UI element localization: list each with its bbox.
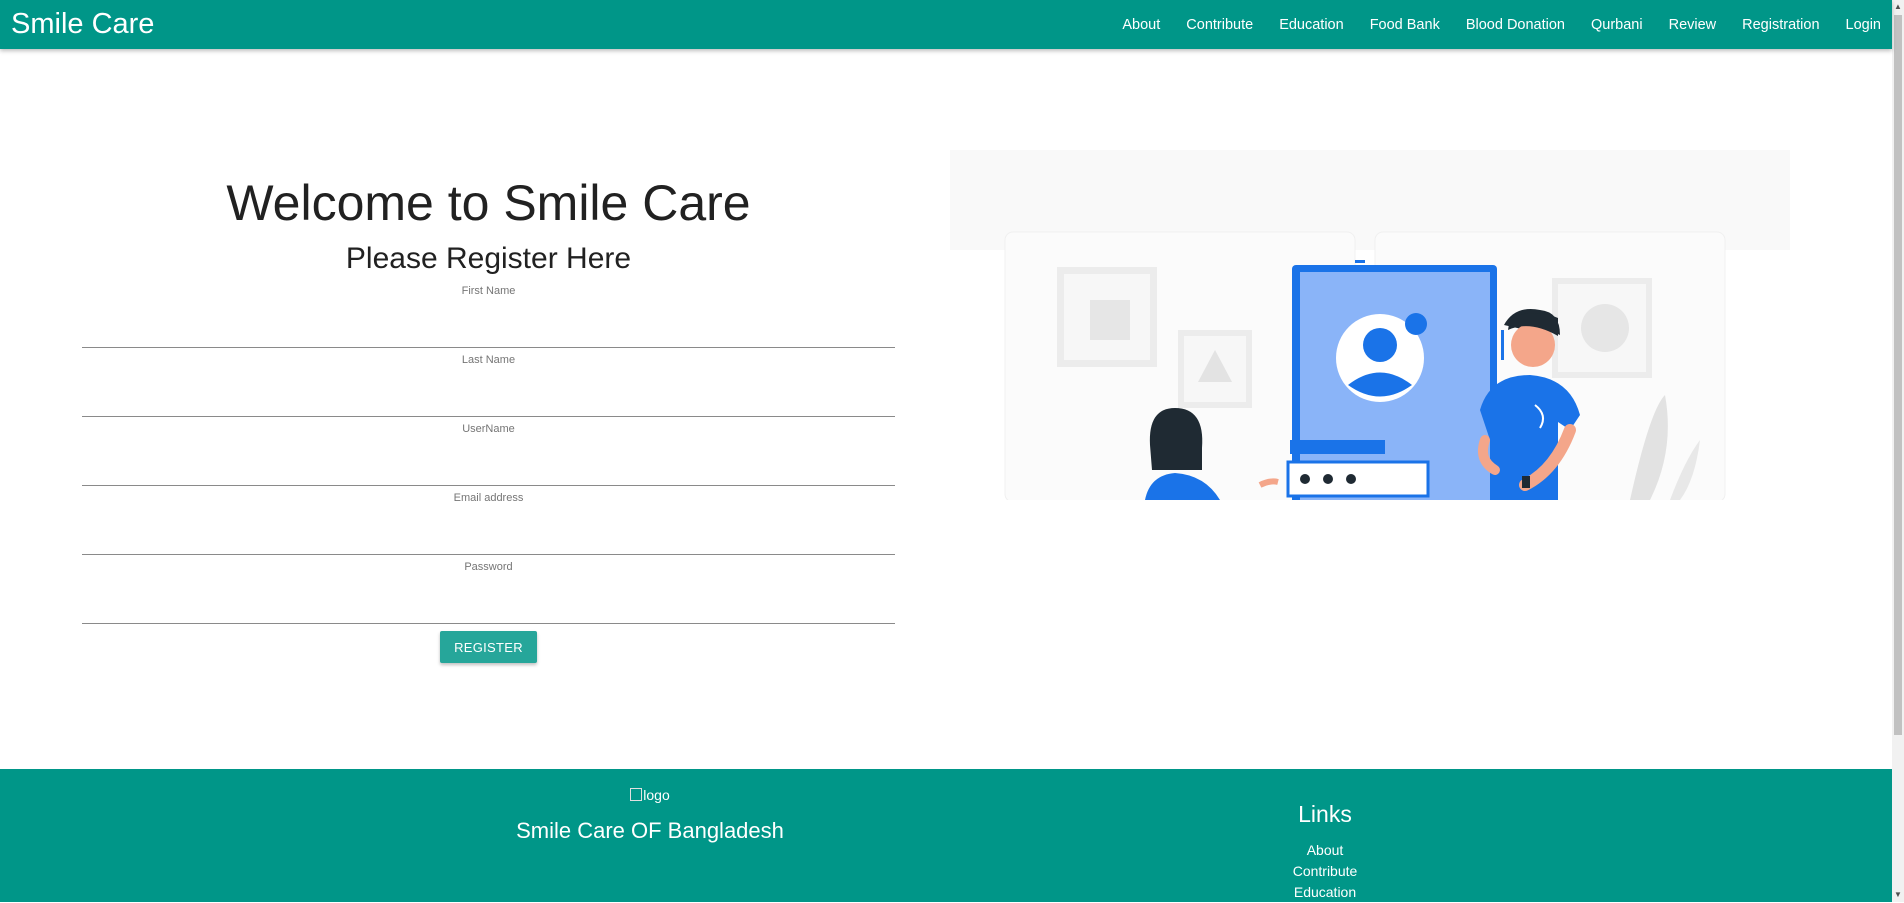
footer-org-name: Smile Care OF Bangladesh bbox=[516, 818, 784, 843]
email-input[interactable] bbox=[82, 525, 895, 555]
password-field: Password bbox=[82, 555, 895, 624]
welcome-heading: Welcome to Smile Care bbox=[226, 175, 751, 231]
footer-link-education[interactable]: Education bbox=[1240, 882, 1410, 903]
first-name-input[interactable] bbox=[82, 318, 895, 348]
email-field: Email address bbox=[82, 486, 895, 555]
scrollbar-thumb[interactable] bbox=[1894, 15, 1902, 735]
footer-logo-image: logo bbox=[630, 787, 669, 803]
footer-link-about[interactable]: About bbox=[1240, 840, 1410, 861]
last-name-label: Last Name bbox=[461, 354, 516, 366]
username-input[interactable] bbox=[82, 456, 895, 486]
top-navbar: Smile Care About Contribute Education Fo… bbox=[0, 0, 1892, 49]
email-label: Email address bbox=[453, 492, 524, 504]
register-subtitle: Please Register Here bbox=[345, 242, 632, 275]
registration-form: Welcome to Smile Care Please Register He… bbox=[82, 160, 895, 663]
site-footer: logo Smile Care OF Bangladesh Links Abou… bbox=[0, 769, 1892, 902]
nav-link-contribute[interactable]: Contribute bbox=[1173, 5, 1266, 45]
first-name-label: First Name bbox=[461, 285, 516, 297]
nav-links: About Contribute Education Food Bank Blo… bbox=[1109, 5, 1881, 45]
username-label: UserName bbox=[462, 423, 515, 435]
username-field: UserName bbox=[82, 417, 895, 486]
last-name-input[interactable] bbox=[82, 387, 895, 417]
footer-link-contribute[interactable]: Contribute bbox=[1240, 861, 1410, 882]
footer-links-heading: Links bbox=[1298, 801, 1352, 827]
nav-link-registration[interactable]: Registration bbox=[1729, 5, 1832, 45]
registration-illustration bbox=[950, 150, 1790, 500]
page-scrollbar[interactable]: ▲ ▼ bbox=[1892, 0, 1904, 902]
nav-link-education[interactable]: Education bbox=[1266, 5, 1357, 45]
brand-title[interactable]: Smile Care bbox=[11, 8, 154, 41]
password-input[interactable] bbox=[82, 594, 895, 624]
nav-link-about[interactable]: About bbox=[1109, 5, 1173, 45]
footer-brand: logo Smile Care OF Bangladesh bbox=[480, 787, 820, 844]
last-name-field: Last Name bbox=[82, 348, 895, 417]
nav-link-blood-donation[interactable]: Blood Donation bbox=[1453, 5, 1578, 45]
nav-link-qurbani[interactable]: Qurbani bbox=[1578, 5, 1656, 45]
scroll-up-icon[interactable]: ▲ bbox=[1892, 0, 1904, 14]
nav-link-review[interactable]: Review bbox=[1656, 5, 1730, 45]
scroll-down-icon[interactable]: ▼ bbox=[1892, 888, 1904, 902]
nav-link-food-bank[interactable]: Food Bank bbox=[1357, 5, 1453, 45]
nav-link-login[interactable]: Login bbox=[1833, 5, 1881, 45]
first-name-field: First Name bbox=[82, 279, 895, 348]
password-label: Password bbox=[464, 561, 513, 573]
footer-links: Links About Contribute Education bbox=[1240, 801, 1410, 903]
register-button[interactable]: REGISTER bbox=[440, 631, 537, 663]
